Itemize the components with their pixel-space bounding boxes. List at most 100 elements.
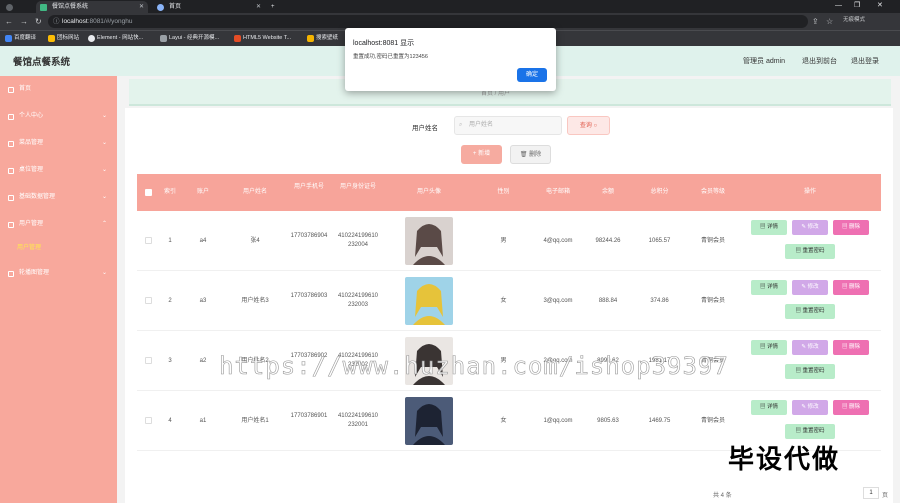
back-icon[interactable]: ← [5,16,13,27]
cell-points: 1469.75 [648,418,671,424]
col-account[interactable]: 账户 [181,174,225,211]
cell-idcard: 410224199610232004 [337,233,379,248]
sidebar-item-users[interactable]: 用户管理 ⌃ [0,211,117,238]
col-name[interactable]: 用户姓名 [225,174,285,211]
sidebar-item-basedata[interactable]: 基础数据管理 ⌄ [0,184,117,211]
col-avatar[interactable]: 用户头像 [383,174,475,211]
col-idcard[interactable]: 用户身份证号 [333,174,383,211]
select-all-checkbox[interactable] [145,189,152,196]
search-input[interactable]: ⌕ 用户姓名 [454,116,562,135]
reload-icon[interactable]: ↻ [35,16,42,27]
row-checkbox[interactable] [145,357,152,364]
bookmark-item[interactable]: 百度翻译 [5,33,36,44]
browser-menu-tab[interactable] [2,1,20,13]
cell-account: a4 [199,238,207,244]
row-checkbox[interactable] [145,417,152,424]
cell-gender: 男 [500,358,507,364]
window-icon [6,4,13,11]
col-level[interactable]: 会员等级 [687,174,739,211]
profile-chip[interactable]: 无痕模式 [843,15,899,27]
bookmark-item[interactable]: 团标网站 [48,33,79,44]
delete-icon: ▤ [841,224,849,230]
search-button-label: 查询 [579,123,592,129]
page-input[interactable]: 1 [863,487,879,499]
dialog-ok-button[interactable]: 确定 [517,68,547,82]
cell-index: 4 [168,418,172,424]
delete-button[interactable]: ▤ 删除 [833,340,869,355]
detail-button[interactable]: ▤ 详情 [751,220,787,235]
reset-password-button[interactable]: ▤ 重置密码 [785,244,835,259]
sidebar-item-dishes[interactable]: 菜品管理 ⌄ [0,130,117,157]
delete-button[interactable]: ▤ 删除 [833,220,869,235]
cell-phone: 17703786902 [290,353,328,359]
browser-tab[interactable]: 首页 ✕ [153,1,265,13]
col-index[interactable]: 索引 [159,174,181,211]
col-phone[interactable]: 用户手机号 [285,174,333,211]
star-icon[interactable]: ☆ [826,16,833,27]
edit-button[interactable]: ✎ 修改 [792,400,828,415]
search-placeholder: 用户姓名 [469,122,494,128]
cell-account: a1 [199,418,207,424]
close-tab-icon[interactable]: ✕ [256,1,261,13]
edit-button[interactable]: ✎ 修改 [792,340,828,355]
sidebar-item-tables[interactable]: 桌位管理 ⌄ [0,157,117,184]
user-avatar [405,277,453,325]
col-email[interactable]: 电子邮箱 [532,174,584,211]
delete-button-label: 删除 [849,224,861,230]
detail-button[interactable]: ▤ 详情 [751,400,787,415]
bookmark-item[interactable]: Layui - 经典开源模... [160,33,219,44]
delete-button[interactable]: ▤ 删除 [833,280,869,295]
bookmark-item[interactable]: Element - 网站快... [88,33,143,44]
vue-icon [40,4,47,11]
user-panel: 用户姓名 ⌕ 用户姓名 查询 ○ + 新增 🗑 删除 索引 账户 用户姓名 用户手… [125,108,893,503]
col-points[interactable]: 总积分 [632,174,687,211]
add-button[interactable]: + 新增 [461,145,502,164]
col-gender[interactable]: 性别 [475,174,532,211]
detail-button[interactable]: ▤ 详情 [751,280,787,295]
alert-dialog: localhost:8081 显示 重置成功,密码已重置为123456 确定 [345,28,556,91]
close-tab-icon[interactable]: ✕ [139,1,144,13]
row-checkbox[interactable] [145,237,152,244]
close-window-icon[interactable]: ✕ [877,0,883,12]
minimize-icon[interactable]: — [835,0,842,12]
new-tab-button[interactable]: + [268,1,282,13]
bookmark-icon [234,35,241,42]
reset-password-button[interactable]: ▤ 重置密码 [785,364,835,379]
col-balance[interactable]: 余额 [584,174,632,211]
cell-gender: 男 [500,238,507,244]
reset-password-button[interactable]: ▤ 重置密码 [785,304,835,319]
sidebar-item-profile[interactable]: 个人中心 ⌄ [0,103,117,130]
sidebar-item-home[interactable]: 首页 [0,76,117,103]
delete-icon: ▤ [841,284,849,290]
sidebar-item-carousel[interactable]: 轮播图管理 ⌄ [0,260,117,287]
forward-icon[interactable]: → [20,16,28,27]
restore-icon[interactable]: ❐ [854,0,860,12]
url-field[interactable]: ⓘ localhost:8081/#/yonghu [48,15,808,28]
search-button[interactable]: 查询 ○ [567,116,610,135]
chevron-down-icon: ⌄ [101,270,107,276]
batch-delete-button[interactable]: 🗑 删除 [510,145,551,164]
bookmark-item[interactable]: 搜索壁纸 [307,33,338,44]
edit-button[interactable]: ✎ 修改 [792,280,828,295]
edit-button[interactable]: ✎ 修改 [792,220,828,235]
browser-tab-active[interactable]: 餐馆点餐系统 ✕ [36,1,148,13]
bookmark-item[interactable]: HTML5 Website T... [234,33,291,44]
main-content: 首页 / 用户 用户姓名 ⌕ 用户姓名 查询 ○ + 新增 🗑 删除 索引 账户 … [117,76,900,503]
exit-to-front-link[interactable]: 退出到前台 [802,56,837,66]
sidebar-subitem-users[interactable]: 用户管理 [17,242,41,251]
cell-name: 张4 [250,238,260,244]
app-title: 餐馆点餐系统 [13,57,71,68]
cell-gender: 女 [500,418,507,424]
delete-button[interactable]: ▤ 删除 [833,400,869,415]
row-checkbox[interactable] [145,297,152,304]
reset-password-button[interactable]: ▤ 重置密码 [785,424,835,439]
edit-button-label: 修改 [807,344,819,350]
sidebar-item-label: 基础数据管理 [19,194,56,200]
detail-icon: ▤ [759,284,767,290]
share-icon[interactable]: ⇪ [812,16,819,27]
logout-link[interactable]: 退出登录 [851,56,879,66]
bookmark-icon [48,35,55,42]
detail-button[interactable]: ▤ 详情 [751,340,787,355]
pager-total: 共 4 条 [713,493,732,499]
bookmark-label: HTML5 Website T... [243,35,292,41]
